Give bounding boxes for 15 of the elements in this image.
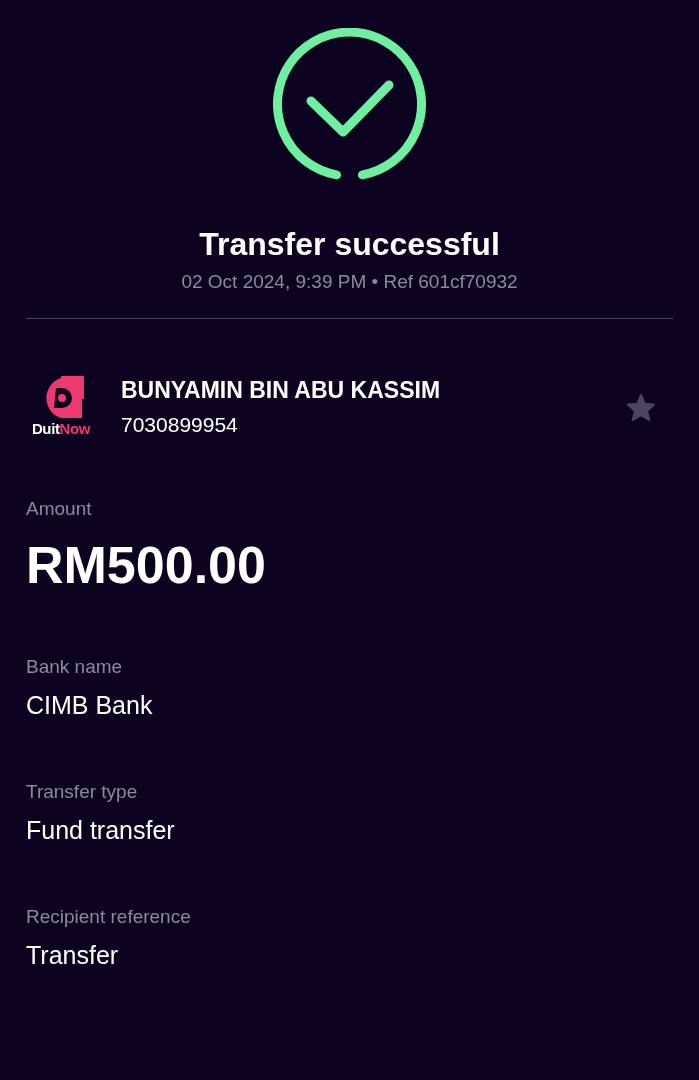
- status-title: Transfer successful: [199, 225, 500, 264]
- star-icon[interactable]: [627, 393, 655, 421]
- amount-label: Amount: [26, 497, 93, 521]
- transaction-meta: 02 Oct 2024, 9:39 PM • Ref 601cf70932: [181, 270, 518, 294]
- field-label: Recipient reference: [26, 905, 192, 929]
- account-number: 7030899954: [121, 412, 239, 438]
- success-check-icon: [273, 28, 426, 180]
- field-value: CIMB Bank: [26, 690, 154, 721]
- duitnow-logo: DuitNow: [26, 376, 96, 438]
- amount-value: RM500.00: [26, 535, 267, 595]
- field-label: Transfer type: [26, 780, 139, 804]
- field-value: Transfer: [26, 940, 120, 971]
- recipient-name: BUNYAMIN BIN ABU KASSIM: [121, 376, 442, 405]
- field-label: Bank name: [26, 655, 124, 679]
- field-value: Fund transfer: [26, 815, 176, 846]
